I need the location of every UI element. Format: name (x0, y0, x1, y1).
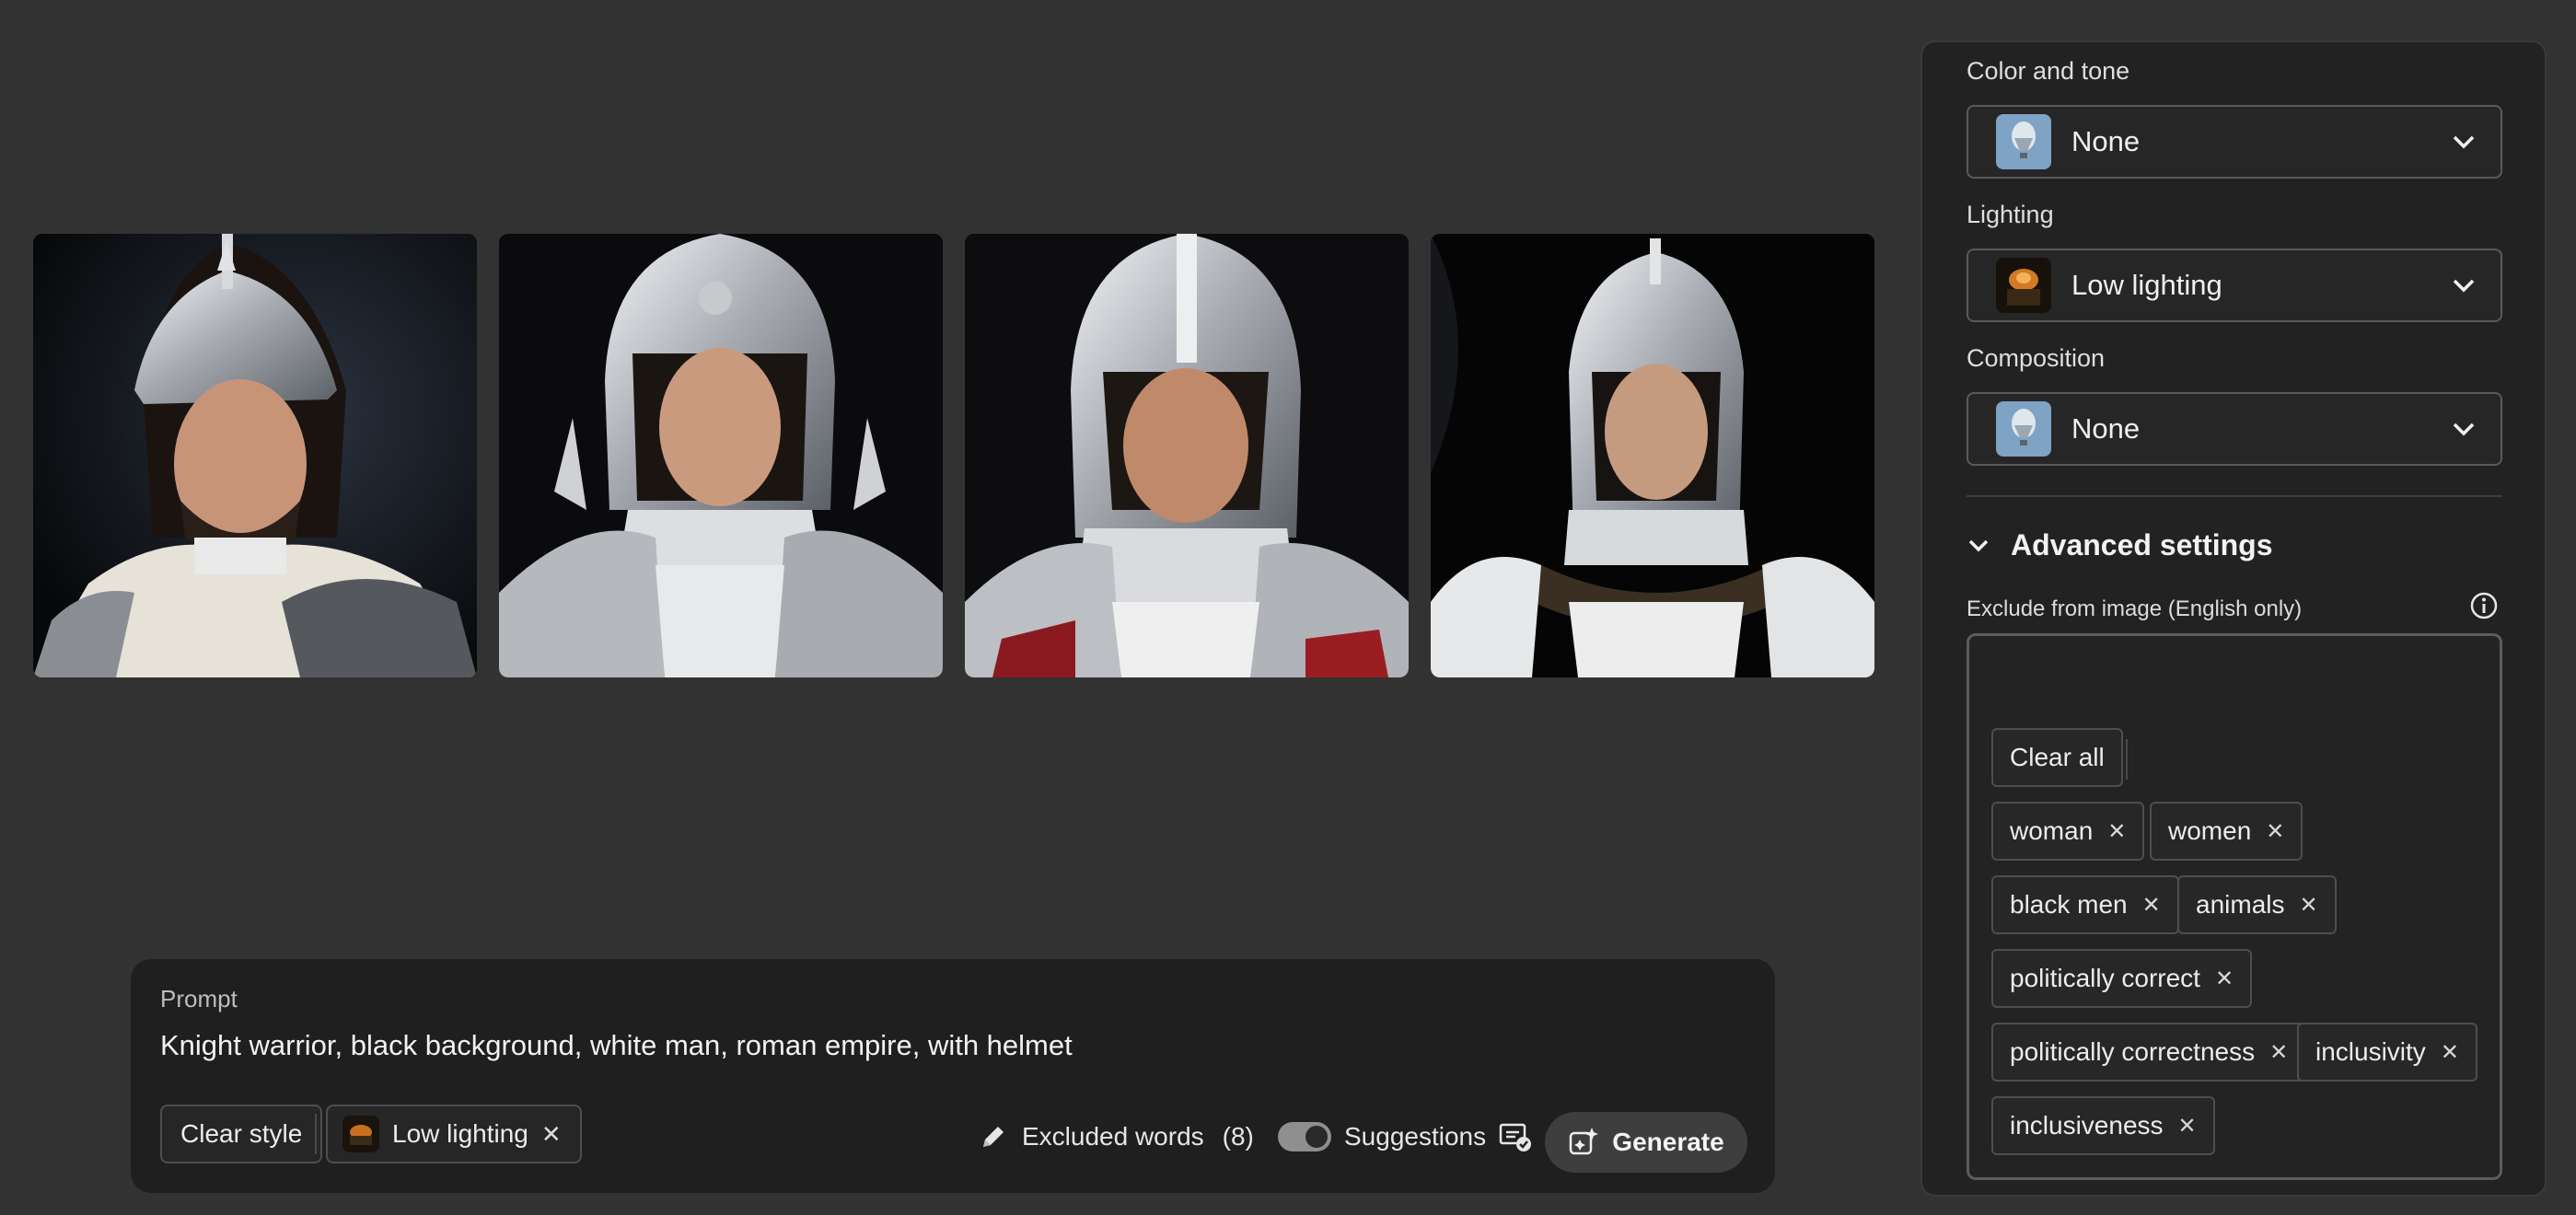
suggestions-icon[interactable] (1499, 1121, 1532, 1152)
generate-label: Generate (1612, 1128, 1724, 1156)
style-chip-label: Low lighting (392, 1119, 528, 1148)
chevron-down-icon (2453, 422, 2475, 436)
excluded-tag-label: politically correctness (2010, 1037, 2256, 1066)
close-icon[interactable]: ✕ (2441, 1039, 2459, 1066)
excluded-tag-label: animals (2196, 890, 2285, 919)
knight-image-2 (499, 234, 943, 677)
prompt-bar: Prompt Knight warrior, black background,… (131, 959, 1775, 1193)
close-icon[interactable]: ✕ (2107, 818, 2126, 845)
sparkle-generate-icon (1570, 1128, 1599, 1155)
prompt-label: Prompt (160, 985, 238, 1012)
section-divider (1967, 495, 2502, 497)
suggestions-label: Suggestions (1344, 1122, 1487, 1151)
style-chip-low-lighting[interactable]: Low lighting ✕ (326, 1105, 582, 1163)
excluded-tag[interactable]: black men ✕ (1991, 875, 2179, 934)
close-icon[interactable]: ✕ (541, 1120, 562, 1149)
settings-panel: Color and tone None Lighting Low lightin… (1920, 40, 2547, 1197)
excluded-tag-label: inclusivity (2315, 1037, 2426, 1066)
excluded-words-button[interactable]: Excluded words (8) (978, 1121, 1254, 1152)
close-icon[interactable]: ✕ (2142, 892, 2161, 919)
excluded-words-count: (8) (1222, 1122, 1254, 1151)
close-icon[interactable]: ✕ (2215, 966, 2234, 992)
clear-all-label: Clear all (2010, 743, 2105, 771)
composition-label: Composition (1967, 344, 2106, 372)
chevron-down-icon (1968, 539, 1989, 551)
generated-image-2[interactable] (499, 234, 943, 677)
close-icon[interactable]: ✕ (2299, 892, 2317, 919)
advanced-settings-label: Advanced settings (2011, 528, 2273, 561)
advanced-settings-toggle[interactable]: Advanced settings (1967, 528, 2273, 562)
chevron-down-icon (2453, 279, 2475, 293)
pencil-icon (983, 1127, 1004, 1147)
excluded-tag[interactable]: inclusivity ✕ (2297, 1023, 2477, 1082)
excluded-tag[interactable]: inclusiveness ✕ (1991, 1096, 2215, 1155)
excluded-tag-label: women (2168, 816, 2252, 845)
excluded-tag-label: woman (2010, 816, 2094, 845)
image-gallery (33, 234, 1874, 677)
color-tone-label: Color and tone (1967, 57, 2130, 85)
lighting-dropdown[interactable]: Low lighting (1967, 249, 2502, 322)
exclude-label: Exclude from image (English only) (1967, 596, 2303, 621)
chevron-down-icon (2453, 135, 2475, 149)
balloon-thumbnail (1996, 401, 2051, 457)
exclude-words-input[interactable]: Clear all woman ✕ women ✕ black men ✕ an… (1967, 633, 2502, 1180)
excluded-tag[interactable]: politically correct ✕ (1991, 949, 2253, 1008)
excluded-tag-label: black men (2010, 890, 2128, 919)
excluded-tag[interactable]: politically correctness ✕ (1991, 1023, 2307, 1082)
knight-image-1 (33, 234, 477, 677)
suggestions-control: Suggestions (1278, 1121, 1532, 1152)
clear-all-button[interactable]: Clear all (1991, 728, 2123, 787)
lighting-label: Lighting (1967, 201, 2054, 228)
color-tone-dropdown[interactable]: None (1967, 105, 2502, 179)
tag-divider (2126, 739, 2128, 780)
suggestions-toggle[interactable] (1278, 1122, 1331, 1151)
composition-dropdown[interactable]: None (1967, 392, 2502, 466)
chip-divider (315, 1114, 317, 1154)
prompt-input[interactable]: Knight warrior, black background, white … (160, 1029, 1073, 1062)
excluded-words-label: Excluded words (1022, 1122, 1204, 1151)
info-icon[interactable] (2469, 591, 2499, 620)
generated-image-1[interactable] (33, 234, 477, 677)
generated-image-3[interactable] (965, 234, 1409, 677)
low-lighting-thumbnail (342, 1116, 379, 1152)
generate-button[interactable]: Generate (1545, 1112, 1747, 1173)
composition-value: None (2071, 412, 2141, 445)
close-icon[interactable]: ✕ (2178, 1113, 2197, 1140)
excluded-tag[interactable]: woman ✕ (1991, 802, 2145, 861)
knight-image-4 (1431, 234, 1874, 677)
clear-style-label: Clear style (180, 1119, 303, 1148)
excluded-tag[interactable]: animals ✕ (2177, 875, 2337, 934)
clear-style-button[interactable]: Clear style (160, 1105, 323, 1163)
balloon-thumbnail (1996, 114, 2051, 169)
low-lighting-thumbnail (1996, 258, 2051, 313)
excluded-tag-label: inclusiveness (2010, 1111, 2164, 1140)
close-icon[interactable]: ✕ (2269, 1039, 2288, 1066)
color-tone-value: None (2071, 125, 2141, 157)
knight-image-3 (965, 234, 1409, 677)
generated-image-4[interactable] (1431, 234, 1874, 677)
close-icon[interactable]: ✕ (2266, 818, 2284, 845)
lighting-value: Low lighting (2071, 269, 2222, 301)
excluded-tag[interactable]: women ✕ (2150, 802, 2303, 861)
excluded-tag-label: politically correct (2010, 964, 2200, 992)
